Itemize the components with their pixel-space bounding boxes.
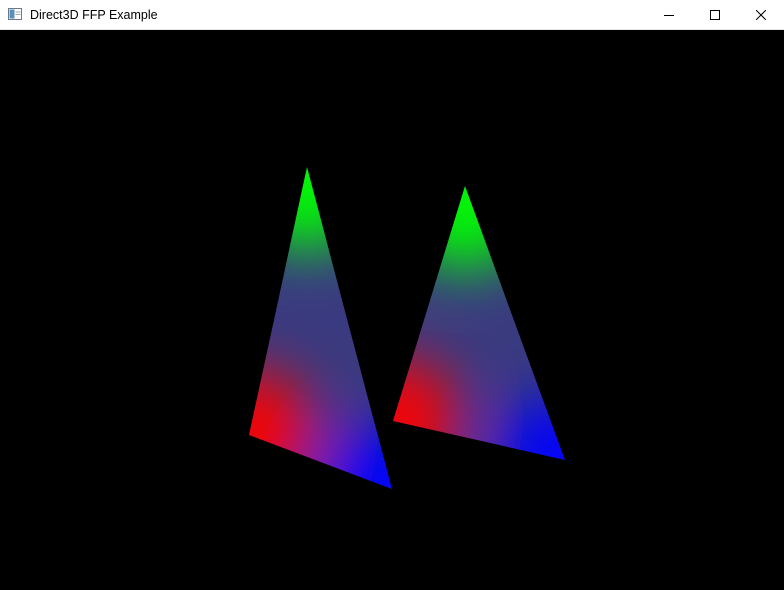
maximize-button[interactable] — [692, 0, 738, 30]
minimize-icon — [664, 15, 674, 16]
vertex-top-glow — [249, 167, 377, 250]
close-button[interactable] — [738, 0, 784, 30]
minimize-button[interactable] — [646, 0, 692, 30]
vertex-top-glow — [395, 186, 535, 270]
maximize-icon — [710, 10, 720, 20]
app-window-icon — [8, 8, 22, 20]
close-icon — [756, 10, 766, 20]
triangle-left — [249, 167, 392, 489]
application-window: Direct3D FFP Example — [0, 0, 784, 590]
vertex-right-glow — [323, 423, 392, 489]
scene-canvas — [249, 167, 565, 489]
vertex-left-glow — [249, 370, 314, 489]
window-title: Direct3D FFP Example — [30, 8, 158, 22]
title-bar[interactable]: Direct3D FFP Example — [0, 0, 784, 30]
render-viewport[interactable] — [0, 30, 784, 590]
vertex-right-glow — [496, 396, 565, 460]
